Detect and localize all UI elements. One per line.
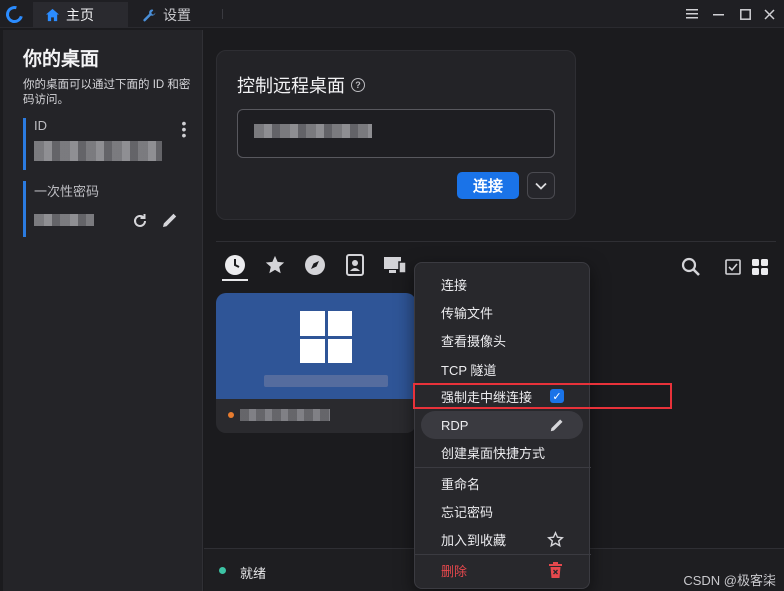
menu-item-rdp-label: RDP bbox=[441, 417, 469, 433]
id-value-masked[interactable] bbox=[34, 141, 162, 161]
chevron-down-icon bbox=[535, 182, 547, 190]
discovered-compass-icon[interactable] bbox=[302, 252, 328, 278]
remote-id-input[interactable] bbox=[237, 109, 555, 158]
status-ready-dot bbox=[219, 567, 226, 574]
password-value-masked[interactable] bbox=[34, 214, 94, 226]
edit-password-pencil-icon[interactable] bbox=[161, 211, 179, 229]
peer-card[interactable] bbox=[216, 293, 416, 433]
maximize-icon[interactable] bbox=[735, 5, 755, 23]
recent-history-icon[interactable] bbox=[222, 252, 248, 278]
menu-item-create-shortcut[interactable]: 创建桌面快捷方式 bbox=[415, 438, 591, 466]
menu-item-transfer-file[interactable]: 传输文件 bbox=[415, 298, 591, 326]
menu-icon[interactable] bbox=[682, 5, 702, 23]
connect-button[interactable]: 连接 bbox=[457, 172, 519, 199]
close-icon[interactable] bbox=[759, 5, 779, 23]
app-logo-icon bbox=[2, 2, 27, 27]
menu-item-rdp[interactable]: RDP bbox=[421, 411, 583, 439]
menu-item-add-favorite-label: 加入到收藏 bbox=[441, 532, 507, 548]
tab-settings[interactable]: 设置 bbox=[130, 2, 220, 28]
peer-status-dot bbox=[228, 412, 234, 418]
status-text: 就绪 bbox=[240, 566, 267, 581]
password-field: 一次性密码 bbox=[23, 181, 191, 237]
pencil-edit-icon[interactable] bbox=[549, 417, 565, 433]
control-remote-title-row: 控制远程桌面 ? bbox=[237, 72, 365, 98]
menu-item-delete-label: 删除 bbox=[441, 563, 468, 579]
windows-logo-icon bbox=[300, 311, 352, 363]
menu-item-tcp-tunnel[interactable]: TCP 隧道 bbox=[415, 355, 591, 383]
help-icon[interactable]: ? bbox=[351, 78, 365, 92]
peer-context-menu: 连接 传输文件 查看摄像头 TCP 隧道 强制走中继连接 ✓ RDP 创建桌面快… bbox=[414, 262, 591, 589]
control-remote-title: 控制远程桌面 bbox=[237, 76, 345, 96]
peer-id-masked bbox=[240, 409, 330, 421]
minimize-icon[interactable] bbox=[708, 5, 728, 23]
menu-item-view-camera[interactable]: 查看摄像头 bbox=[415, 326, 591, 354]
menu-item-add-favorite[interactable]: 加入到收藏 bbox=[415, 525, 591, 553]
select-checkbox-icon[interactable] bbox=[720, 254, 746, 280]
menu-item-connect[interactable]: 连接 bbox=[415, 270, 591, 298]
watermark: CSDN @极客柒 bbox=[683, 573, 776, 588]
active-tab-underline bbox=[222, 279, 248, 281]
tab-settings-label: 设置 bbox=[163, 7, 191, 23]
star-outline-icon bbox=[547, 531, 564, 548]
control-remote-desktop-card: 控制远程桌面 ? 连接 bbox=[216, 50, 576, 220]
password-label: 一次性密码 bbox=[34, 184, 100, 199]
menu-item-delete[interactable]: 删除 bbox=[415, 556, 591, 584]
your-desktop-title: 你的桌面 bbox=[23, 49, 100, 70]
id-options-kebab-icon[interactable]: • • • bbox=[181, 116, 187, 142]
id-label: ID bbox=[34, 118, 47, 133]
tab-home-label: 主页 bbox=[66, 7, 94, 23]
search-icon[interactable] bbox=[678, 254, 704, 280]
your-desktop-panel: 你的桌面 你的桌面可以通过下面的 ID 和密码访问。 ID • • • 一次性密码 bbox=[3, 30, 203, 591]
peer-thumbnail bbox=[216, 293, 416, 399]
grid-view-icon[interactable] bbox=[747, 254, 773, 280]
title-bar: 主页 设置 bbox=[0, 0, 784, 28]
favorites-star-icon[interactable] bbox=[262, 252, 288, 278]
home-icon bbox=[45, 8, 60, 22]
peer-name-masked bbox=[264, 375, 388, 387]
menu-item-rename[interactable]: 重命名 bbox=[415, 469, 591, 497]
divider-line bbox=[216, 241, 776, 242]
address-book-icon[interactable] bbox=[342, 252, 368, 278]
your-desktop-description: 你的桌面可以通过下面的 ID 和密码访问。 bbox=[23, 79, 191, 106]
id-field: ID • • • bbox=[23, 116, 191, 170]
menu-item-forget-password[interactable]: 忘记密码 bbox=[415, 497, 591, 525]
lan-devices-icon[interactable] bbox=[382, 252, 408, 278]
menu-separator bbox=[415, 467, 591, 468]
refresh-password-icon[interactable] bbox=[131, 212, 149, 230]
tab-home[interactable]: 主页 bbox=[33, 2, 128, 28]
remote-id-masked bbox=[254, 124, 372, 138]
wrench-icon bbox=[143, 8, 156, 21]
trash-icon bbox=[549, 562, 562, 578]
peer-card-footer bbox=[216, 399, 416, 433]
menu-separator bbox=[415, 554, 591, 555]
connect-options-dropdown[interactable] bbox=[527, 172, 555, 199]
highlight-annotation-box bbox=[413, 383, 672, 409]
tab-divider bbox=[222, 9, 223, 19]
